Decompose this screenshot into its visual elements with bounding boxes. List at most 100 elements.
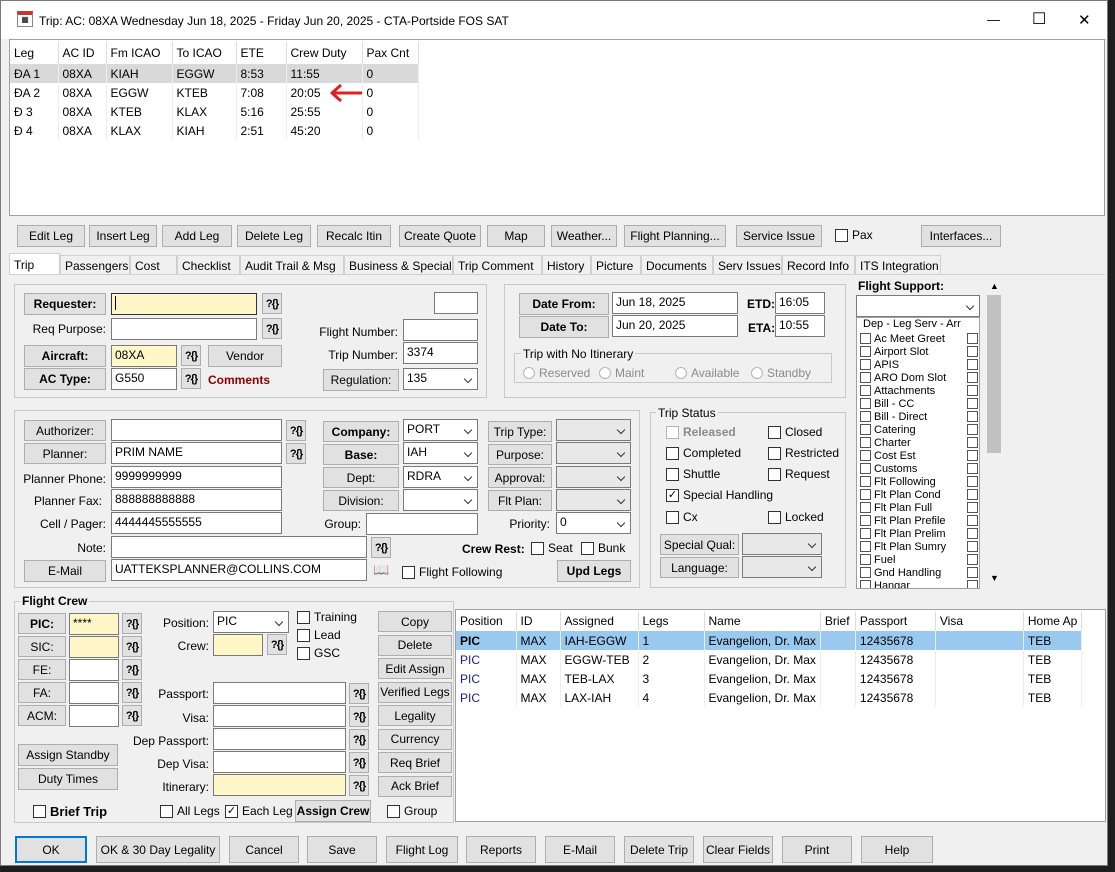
dep-checkbox[interactable] (860, 346, 871, 357)
dep-checkbox[interactable] (860, 541, 871, 552)
arr-checkbox[interactable] (967, 502, 978, 513)
crew-row[interactable]: PIC MAX EGGW-TEB 2 Evangelion, Dr. Max 124356… (456, 650, 1083, 669)
tab-passengers[interactable]: Passengers (60, 255, 130, 275)
legs-column-header[interactable]: ETE (236, 42, 287, 64)
arr-checkbox[interactable] (967, 398, 978, 409)
shuttle-checkbox[interactable]: Shuttle (666, 467, 720, 481)
locked-checkbox[interactable]: Locked (768, 510, 824, 524)
email-input[interactable]: UATTEKSPLANNER@COLLINS.COM (111, 559, 367, 581)
crew-column-header[interactable]: ID (516, 611, 561, 631)
aircraft-button[interactable]: Aircraft: (24, 345, 106, 367)
save-button[interactable]: Save (307, 836, 377, 863)
dept-button[interactable]: Dept: (323, 467, 399, 488)
scroll-thumb[interactable] (987, 295, 1001, 453)
arr-checkbox[interactable] (967, 437, 978, 448)
dep-checkbox[interactable] (860, 333, 871, 344)
flight-support-item[interactable]: Airport Slot (860, 345, 978, 358)
arr-checkbox[interactable] (967, 515, 978, 526)
sic-button[interactable]: SIC: (18, 636, 66, 657)
priority-select[interactable]: 0 (556, 512, 631, 534)
requester-lookup-icon[interactable]: ?{} (262, 293, 282, 314)
scroll-down-icon[interactable]: ▼ (990, 573, 999, 583)
legs-column-header[interactable]: Leg (10, 42, 59, 64)
dep-checkbox[interactable] (860, 476, 871, 487)
fa-button[interactable]: FA: (18, 682, 66, 703)
trip-number-input[interactable]: 3374 (403, 342, 478, 364)
tab-trip[interactable]: Trip (9, 253, 60, 275)
brief-trip-checkbox[interactable]: Brief Trip (33, 804, 107, 819)
dep-checkbox[interactable] (860, 424, 871, 435)
purpose-button[interactable]: Purpose: (488, 444, 552, 465)
tab-cost[interactable]: Cost (130, 255, 177, 275)
fa-input[interactable] (69, 682, 119, 704)
arr-checkbox[interactable] (967, 411, 978, 422)
tab-trip-comment[interactable]: Trip Comment (453, 255, 542, 275)
regulation-button[interactable]: Regulation: (323, 369, 399, 391)
flight-support-item[interactable]: Fuel (860, 553, 978, 566)
dep-checkbox[interactable] (860, 502, 871, 513)
cell-pager-input[interactable]: 4444445555555 (111, 512, 282, 534)
arr-checkbox[interactable] (967, 554, 978, 565)
dep-checkbox[interactable] (860, 580, 871, 588)
visa-lookup-icon[interactable]: ?{} (349, 706, 369, 727)
cx-checkbox[interactable]: Cx (666, 510, 698, 524)
dep-checkbox[interactable] (860, 489, 871, 500)
sic-lookup-icon[interactable]: ?{} (122, 636, 142, 657)
trip-type-button[interactable]: Trip Type: (488, 421, 552, 442)
aircraft-lookup-icon[interactable]: ?{} (181, 345, 201, 366)
flight-support-item[interactable]: ARO Dom Slot (860, 371, 978, 384)
arr-checkbox[interactable] (967, 385, 978, 396)
crew-row[interactable]: PIC MAX TEB-LAX 3 Evangelion, Dr. Max 1243567… (456, 669, 1083, 688)
ac-type-lookup-icon[interactable]: ?{} (181, 368, 201, 389)
arr-checkbox[interactable] (967, 333, 978, 344)
dep-visa-lookup-icon[interactable]: ?{} (349, 752, 369, 773)
aircraft-input[interactable]: 08XA (111, 345, 177, 367)
crew-lookup-icon[interactable]: ?{} (267, 634, 287, 655)
arr-checkbox[interactable] (967, 346, 978, 357)
date-to-button[interactable]: Date To: (519, 316, 609, 338)
arr-checkbox[interactable] (967, 463, 978, 474)
purpose-select[interactable] (556, 442, 631, 464)
flight-support-item[interactable]: Flt Plan Prelim (860, 527, 978, 540)
leg-row[interactable]: Đ 3 08XA KTEB KLAX 5:16 25:55 0 (10, 102, 419, 121)
visa-input[interactable] (213, 705, 346, 727)
verified-legs-button[interactable]: Verified Legs (378, 681, 452, 703)
copy-button[interactable]: Copy (378, 611, 452, 632)
crew-column-header[interactable]: Legs (638, 611, 705, 631)
scrollbar[interactable]: ▲ ▼ (986, 279, 1002, 589)
etd-input[interactable]: 16:05 (775, 292, 825, 314)
all-legs-checkbox[interactable]: All Legs (160, 804, 220, 818)
vendor-button[interactable]: Vendor (208, 345, 282, 367)
restricted-checkbox[interactable]: Restricted (768, 446, 839, 460)
gsc-checkbox[interactable]: GSC (297, 646, 340, 660)
req-brief-button[interactable]: Req Brief (378, 752, 452, 773)
crew-column-header[interactable]: Name (704, 611, 821, 631)
authorizer-input[interactable] (111, 419, 282, 441)
dep-checkbox[interactable] (860, 398, 871, 409)
crew-grid[interactable]: Position ID Assigned Legs Name Brief Passport V… (455, 609, 1106, 822)
tab-record-info[interactable]: Record Info (782, 255, 855, 275)
itinerary-lookup-icon[interactable]: ?{} (349, 775, 369, 796)
regulation-select[interactable]: 135 (403, 368, 478, 390)
tab-its-integration[interactable]: ITS Integration (855, 255, 941, 275)
dep-passport-input[interactable] (213, 728, 346, 750)
dep-checkbox[interactable] (860, 463, 871, 474)
tab-business-special[interactable]: Business & Special (344, 255, 453, 275)
flight-planning-button[interactable]: Flight Planning... (624, 225, 726, 247)
tab-checklist[interactable]: Checklist (177, 255, 240, 275)
add-leg-button[interactable]: Add Leg (162, 225, 232, 247)
special-qual-select[interactable] (742, 533, 822, 555)
tab-picture[interactable]: Picture (591, 255, 641, 275)
upd-legs-button[interactable]: Upd Legs (557, 560, 631, 582)
maint-radio[interactable]: Maint (599, 366, 644, 380)
arr-checkbox[interactable] (967, 528, 978, 539)
scroll-up-icon[interactable]: ▲ (990, 281, 999, 291)
arr-checkbox[interactable] (967, 372, 978, 383)
special-handling-checkbox[interactable]: ✓ Special Handling (666, 488, 773, 502)
pic-button[interactable]: PIC: (18, 613, 66, 634)
legality-button[interactable]: Legality (378, 705, 452, 726)
dep-checkbox[interactable] (860, 372, 871, 383)
flight-following-checkbox[interactable]: Flight Following (402, 565, 502, 579)
crew-column-header[interactable]: Position (456, 611, 517, 631)
acm-button[interactable]: ACM: (18, 705, 66, 726)
